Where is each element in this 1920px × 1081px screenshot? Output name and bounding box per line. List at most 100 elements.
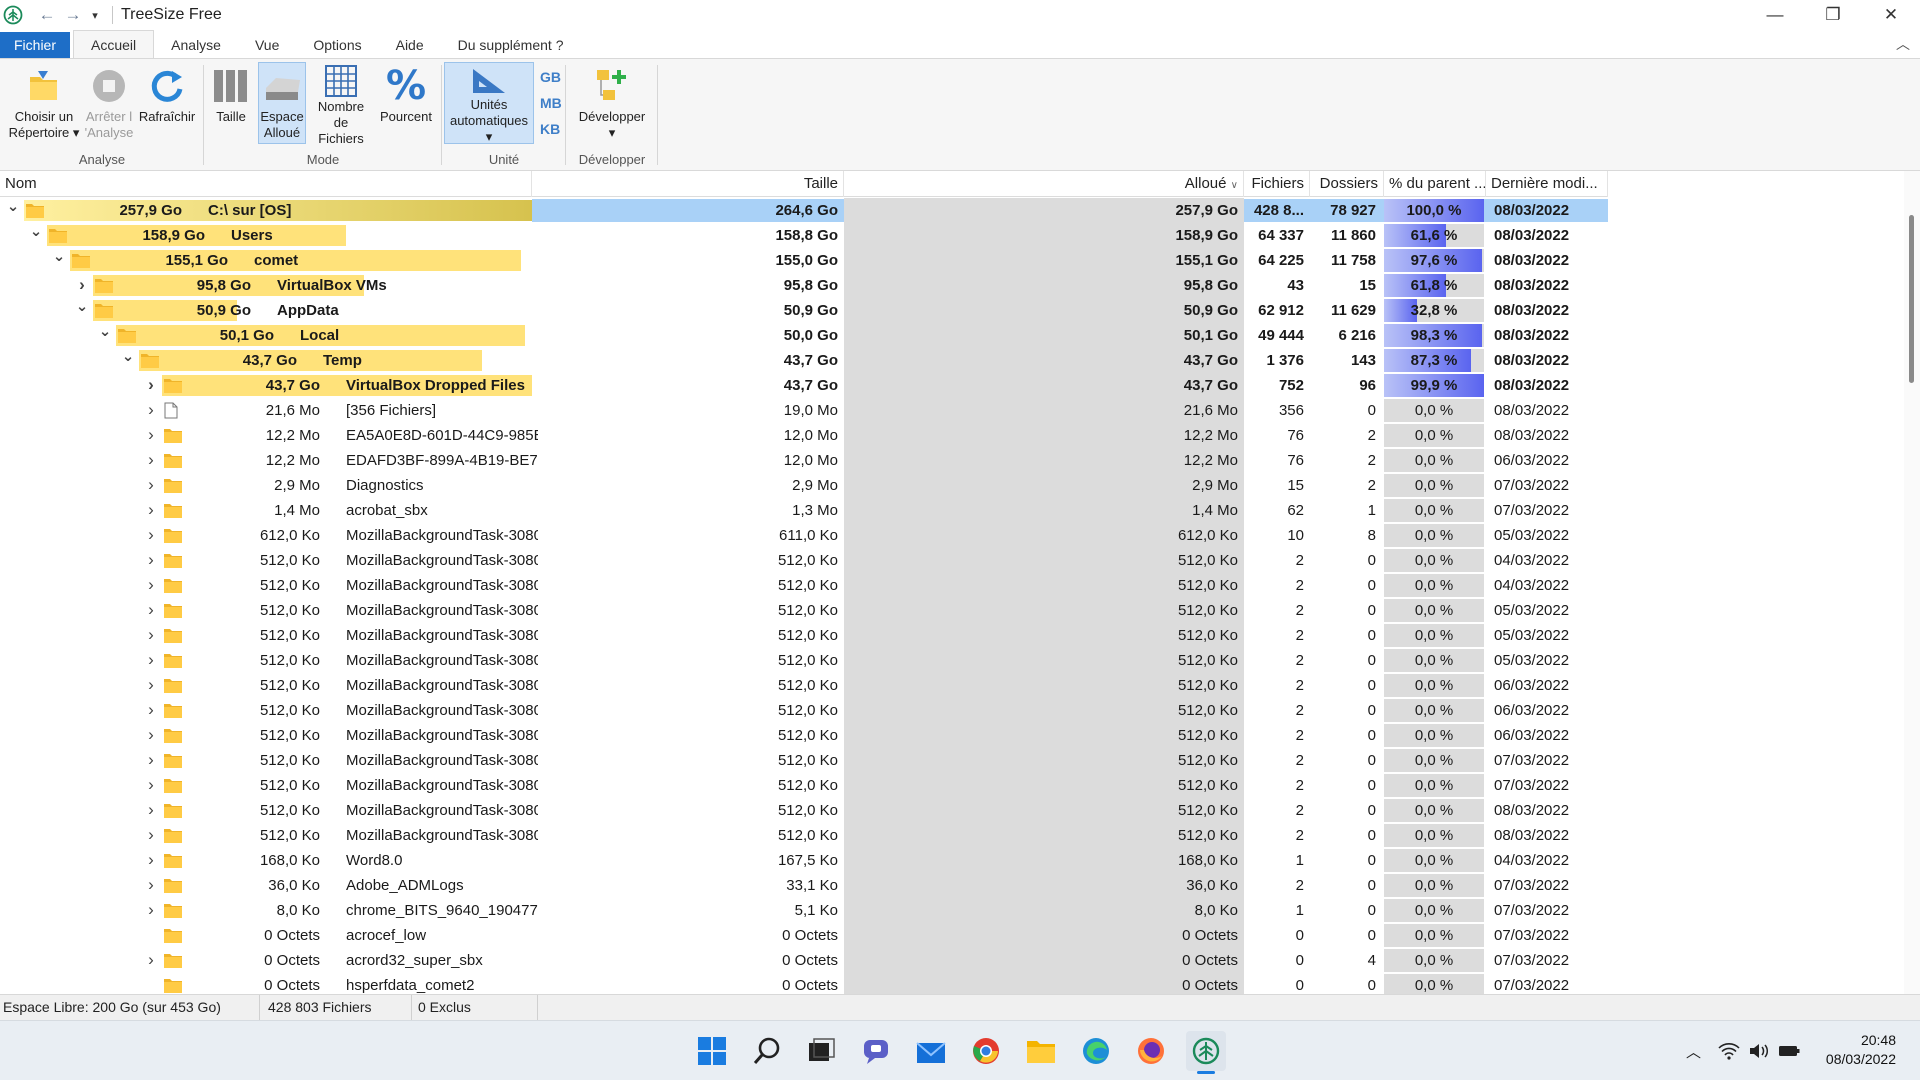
name-cell[interactable]: › 12,2 Mo EDAFD3BF-899A-4B19-BE75-3A1... (0, 448, 538, 473)
expand-chevron-icon[interactable]: › (142, 373, 160, 398)
name-cell[interactable]: ⌄ 155,1 Go comet (0, 248, 532, 273)
expand-chevron-icon[interactable]: › (142, 498, 160, 523)
collapse-ribbon-icon[interactable]: ︿ (1896, 34, 1910, 54)
col-nom-header[interactable]: Nom (0, 171, 532, 197)
table-row[interactable]: › 512,0 Ko MozillaBackgroundTask-308046B..… (0, 823, 1608, 848)
name-cell[interactable]: 0 Octets acrocef_low (0, 923, 532, 948)
col-fichiers-header[interactable]: Fichiers (1244, 171, 1310, 197)
expand-chevron-icon[interactable]: › (142, 898, 160, 923)
expand-chevron-icon[interactable]: › (142, 773, 160, 798)
expand-chevron-icon[interactable]: › (142, 423, 160, 448)
name-cell[interactable]: › 1,4 Mo acrobat_sbx (0, 498, 532, 523)
wifi-icon[interactable] (1718, 1021, 1740, 1081)
expand-chevron-icon[interactable]: › (142, 523, 160, 548)
col-alloue-header[interactable]: Alloué ∨ (844, 171, 1244, 197)
table-row[interactable]: 0 Octets acrocef_low 0 Octets 0 Octets 0 0 0,0… (0, 923, 1608, 948)
expand-chevron-icon[interactable]: › (142, 823, 160, 848)
chrome-icon[interactable] (966, 1031, 1006, 1071)
name-cell[interactable]: ⌄ 257,9 Go C:\ sur [OS] (0, 198, 532, 223)
collapse-chevron-icon[interactable]: ⌄ (119, 348, 137, 373)
unit-mb-button[interactable]: MB (540, 95, 562, 111)
tray-chevron-icon[interactable]: ︿ (1686, 1021, 1701, 1081)
table-row[interactable]: › 43,7 Go VirtualBox Dropped Files 43,7 Go 4… (0, 373, 1608, 398)
expand-chevron-icon[interactable]: › (142, 598, 160, 623)
scrollbar-thumb[interactable] (1909, 215, 1914, 383)
tab-options[interactable]: Options (296, 32, 378, 58)
table-row[interactable]: › 512,0 Ko MozillaBackgroundTask-308046B..… (0, 623, 1608, 648)
choose-directory-button[interactable]: Choisir un Répertoire ▾ (8, 63, 80, 145)
chat-icon[interactable] (856, 1031, 896, 1071)
name-cell[interactable]: › 512,0 Ko MozillaBackgroundTask-308046B..… (0, 698, 538, 723)
name-cell[interactable]: ⌄ 50,1 Go Local (0, 323, 532, 348)
name-cell[interactable]: › 512,0 Ko MozillaBackgroundTask-308046B..… (0, 548, 538, 573)
expand-chevron-icon[interactable]: › (142, 748, 160, 773)
name-cell[interactable]: › 512,0 Ko MozillaBackgroundTask-308046B..… (0, 798, 538, 823)
col-taille-header[interactable]: Taille (532, 171, 844, 197)
table-row[interactable]: › 2,9 Mo Diagnostics 2,9 Mo 2,9 Mo 15 2 0,0 % 07… (0, 473, 1608, 498)
col-pct-header[interactable]: % du parent ... (1384, 171, 1486, 197)
collapse-chevron-icon[interactable]: ⌄ (73, 298, 91, 323)
name-cell[interactable]: › 2,9 Mo Diagnostics (0, 473, 532, 498)
auto-units-button[interactable]: Unités automatiques ▾ (444, 62, 534, 144)
name-cell[interactable]: › 43,7 Go VirtualBox Dropped Files (0, 373, 532, 398)
table-row[interactable]: › 512,0 Ko MozillaBackgroundTask-308046B..… (0, 723, 1608, 748)
mode-taille-button[interactable]: Taille (208, 63, 254, 145)
forward-arrow-icon[interactable]: → (60, 5, 86, 25)
expand-chevron-icon[interactable]: › (142, 673, 160, 698)
table-row[interactable]: › 612,0 Ko MozillaBackgroundTask-308046B..… (0, 523, 1608, 548)
tab-supplement[interactable]: Du supplément ? (441, 32, 581, 58)
table-row[interactable]: › 12,2 Mo EDAFD3BF-899A-4B19-BE75-3A1... 12… (0, 448, 1608, 473)
table-row[interactable]: › 95,8 Go VirtualBox VMs 95,8 Go 95,8 Go 43 15… (0, 273, 1608, 298)
volume-icon[interactable] (1748, 1021, 1770, 1081)
name-cell[interactable]: › 512,0 Ko MozillaBackgroundTask-308046B..… (0, 623, 538, 648)
expand-chevron-icon[interactable]: › (142, 473, 160, 498)
table-row[interactable]: › 512,0 Ko MozillaBackgroundTask-308046B..… (0, 698, 1608, 723)
table-row[interactable]: ⌄ 158,9 Go Users 158,8 Go 158,9 Go 64 337 11 8… (0, 223, 1608, 248)
collapse-chevron-icon[interactable]: ⌄ (50, 248, 68, 273)
name-cell[interactable]: › 512,0 Ko MozillaBackgroundTask-308046B..… (0, 598, 538, 623)
name-cell[interactable]: › 512,0 Ko MozillaBackgroundTask-308046B..… (0, 823, 538, 848)
table-row[interactable]: ⌄ 50,1 Go Local 50,0 Go 50,1 Go 49 444 6 216 98… (0, 323, 1608, 348)
collapse-chevron-icon[interactable]: ⌄ (27, 223, 45, 248)
table-row[interactable]: › 12,2 Mo EA5A0E8D-601D-44C9-985B-BA... 12,… (0, 423, 1608, 448)
tab-fichier[interactable]: Fichier (0, 32, 71, 58)
table-row[interactable]: › 512,0 Ko MozillaBackgroundTask-308046B..… (0, 773, 1608, 798)
table-row[interactable]: ⌄ 50,9 Go AppData 50,9 Go 50,9 Go 62 912 11 62… (0, 298, 1608, 323)
file-explorer-icon[interactable] (1021, 1031, 1061, 1071)
name-cell[interactable]: › 12,2 Mo EA5A0E8D-601D-44C9-985B-BA... (0, 423, 538, 448)
expand-chevron-icon[interactable]: › (142, 648, 160, 673)
collapse-chevron-icon[interactable]: ⌄ (96, 323, 114, 348)
table-row[interactable]: ⌄ 43,7 Go Temp 43,7 Go 43,7 Go 1 376 143 87,3 %… (0, 348, 1608, 373)
name-cell[interactable]: › 8,0 Ko chrome_BITS_9640_1904771882 (0, 898, 538, 923)
minimize-button[interactable]: — (1746, 0, 1804, 30)
name-cell[interactable]: › 36,0 Ko Adobe_ADMLogs (0, 873, 532, 898)
name-cell[interactable]: ⌄ 158,9 Go Users (0, 223, 532, 248)
name-cell[interactable]: › 512,0 Ko MozillaBackgroundTask-308046B..… (0, 748, 538, 773)
tab-accueil[interactable]: Accueil (73, 30, 155, 58)
treesize-taskbar-icon[interactable] (1186, 1031, 1226, 1074)
col-date-header[interactable]: Dernière modi... (1486, 171, 1608, 197)
expand-chevron-icon[interactable]: › (142, 698, 160, 723)
table-row[interactable]: › 1,4 Mo acrobat_sbx 1,3 Mo 1,4 Mo 62 1 0,0 % 07… (0, 498, 1608, 523)
table-row[interactable]: › 512,0 Ko MozillaBackgroundTask-308046B..… (0, 573, 1608, 598)
name-cell[interactable]: › 95,8 Go VirtualBox VMs (0, 273, 532, 298)
expand-chevron-icon[interactable]: › (142, 623, 160, 648)
mode-espace-alloue-button[interactable]: Espace Alloué (258, 62, 306, 144)
table-row[interactable]: › 512,0 Ko MozillaBackgroundTask-308046B..… (0, 673, 1608, 698)
quick-access-dropdown-icon[interactable]: ▾ (86, 9, 104, 22)
unit-gb-button[interactable]: GB (540, 69, 561, 85)
tab-analyse[interactable]: Analyse (154, 32, 238, 58)
name-cell[interactable]: › 612,0 Ko MozillaBackgroundTask-308046B..… (0, 523, 538, 548)
name-cell[interactable]: › 0 Octets acrord32_super_sbx (0, 948, 532, 973)
table-row[interactable]: › 36,0 Ko Adobe_ADMLogs 33,1 Ko 36,0 Ko 2 0 0,0… (0, 873, 1608, 898)
table-row[interactable]: › 21,6 Mo [356 Fichiers] 19,0 Mo 21,6 Mo 356 0… (0, 398, 1608, 423)
expand-chevron-icon[interactable]: › (142, 573, 160, 598)
table-row[interactable]: › 512,0 Ko MozillaBackgroundTask-308046B..… (0, 648, 1608, 673)
collapse-chevron-icon[interactable]: ⌄ (4, 198, 22, 223)
mode-pourcent-button[interactable]: % Pourcent (376, 63, 436, 145)
table-row[interactable]: › 512,0 Ko MozillaBackgroundTask-308046B..… (0, 598, 1608, 623)
name-cell[interactable]: › 21,6 Mo [356 Fichiers] (0, 398, 532, 423)
mail-icon[interactable] (911, 1031, 951, 1071)
table-row[interactable]: ⌄ 155,1 Go comet 155,0 Go 155,1 Go 64 225 11 7… (0, 248, 1608, 273)
table-row[interactable]: ⌄ 257,9 Go C:\ sur [OS] 264,6 Go 257,9 Go 428… (0, 198, 1608, 223)
